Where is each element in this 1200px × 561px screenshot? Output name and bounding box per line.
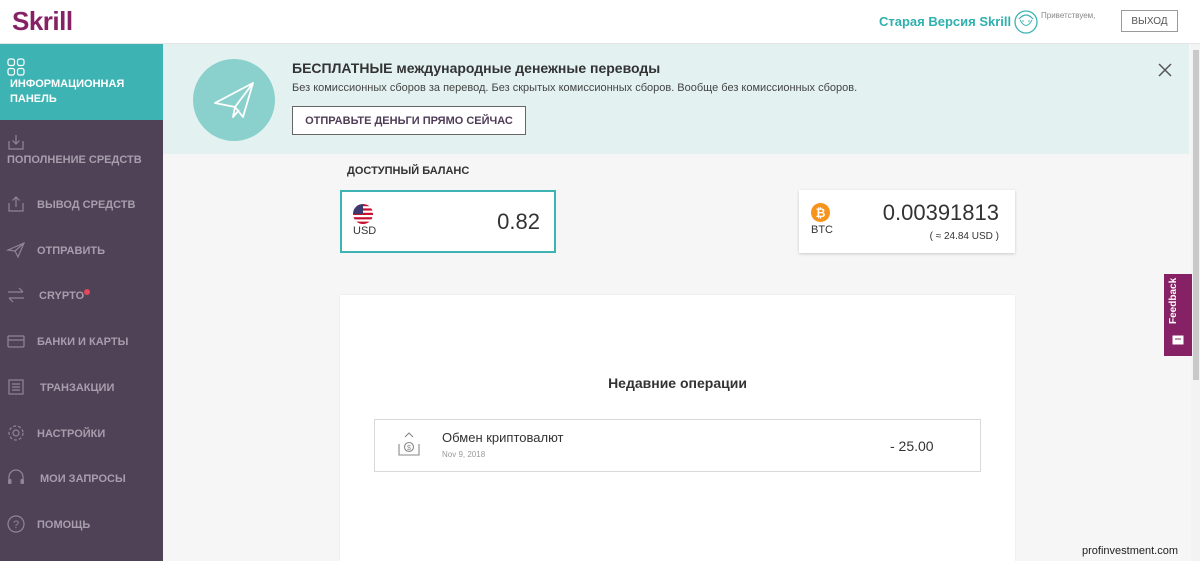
banner-illustration bbox=[193, 59, 275, 141]
banner-subtitle: Без комиссионных сборов за перевод. Без … bbox=[292, 82, 858, 94]
gear-icon bbox=[8, 425, 24, 441]
balance-title: ДОСТУПНЫЙ БАЛАНС bbox=[347, 165, 470, 177]
sidebar-item-label: ВЫВОД СРЕДСТВ bbox=[37, 199, 136, 211]
list-icon bbox=[8, 379, 24, 395]
promo-banner: БЕСПЛАТНЫЕ международные денежные перево… bbox=[163, 44, 1189, 154]
sidebar-item-label: CRYPTO bbox=[39, 290, 85, 302]
sidebar-item-label: ОТПРАВИТЬ bbox=[37, 245, 105, 257]
transaction-row[interactable]: $ Обмен криптовалют Nov 9, 2018 - 25.00 bbox=[374, 419, 981, 472]
feedback-tab[interactable]: Feedback bbox=[1164, 274, 1192, 356]
scrollbar-thumb[interactable] bbox=[1193, 50, 1199, 380]
bitcoin-icon: ₿ bbox=[811, 203, 830, 222]
paper-plane-icon bbox=[6, 241, 26, 259]
sidebar-item-withdraw[interactable]: ВЫВОД СРЕДСТВ bbox=[0, 189, 163, 219]
sidebar-item-label: ТРАНЗАКЦИИ bbox=[40, 382, 115, 394]
sidebar-item-my-requests[interactable]: МОИ ЗАПРОСЫ bbox=[0, 463, 163, 493]
transaction-amount: - 25.00 bbox=[890, 438, 934, 454]
sidebar-item-label: ИНФОРМАЦИОННАЯ ПАНЕЛЬ bbox=[10, 78, 125, 105]
sidebar-item-label: ПОПОЛНЕНИЕ СРЕДСТВ bbox=[7, 154, 142, 166]
sidebar-item-label: ПОМОЩЬ bbox=[37, 519, 91, 531]
currency-code: BTC bbox=[811, 224, 833, 236]
upload-icon bbox=[8, 196, 24, 212]
feedback-label: Feedback bbox=[1168, 277, 1179, 324]
sidebar-item-dashboard[interactable]: ИНФОРМАЦИОННАЯ ПАНЕЛЬ bbox=[0, 44, 163, 120]
balance-amount: 0.82 bbox=[497, 209, 540, 234]
close-icon[interactable] bbox=[1158, 63, 1172, 77]
logout-button[interactable]: ВЫХОД bbox=[1121, 10, 1178, 32]
dashboard-grid-icon bbox=[7, 58, 25, 76]
usd-balance-card[interactable]: USD 0.82 bbox=[340, 190, 556, 253]
send-money-button[interactable]: ОТПРАВЬТЕ ДЕНЬГИ ПРЯМО СЕЙЧАС bbox=[292, 106, 526, 135]
recent-operations-panel: Недавние операции $ Обмен криптовалют No… bbox=[340, 295, 1015, 561]
old-version-link[interactable]: Старая Версия Skrill bbox=[879, 14, 1011, 29]
user-avatar-icon[interactable] bbox=[1013, 9, 1039, 35]
sidebar-item-transactions[interactable]: ТРАНЗАКЦИИ bbox=[0, 372, 163, 402]
card-icon bbox=[7, 335, 25, 348]
balance-amount: 0.00391813 bbox=[882, 200, 999, 225]
download-icon bbox=[8, 135, 24, 150]
svg-text:$: $ bbox=[407, 445, 411, 452]
feedback-icon bbox=[1172, 335, 1184, 345]
sidebar-item-deposit[interactable]: ПОПОЛНЕНИЕ СРЕДСТВ bbox=[0, 132, 163, 172]
banner-title: БЕСПЛАТНЫЕ международные денежные перево… bbox=[292, 60, 661, 76]
greeting-text: Приветствуем, bbox=[1041, 11, 1096, 20]
svg-text:?: ? bbox=[13, 519, 19, 531]
sidebar-item-label: НАСТРОЙКИ bbox=[37, 428, 106, 440]
sidebar-item-settings[interactable]: НАСТРОЙКИ bbox=[0, 418, 163, 448]
paper-plane-icon bbox=[214, 82, 254, 118]
balance-approx-usd: ( ≈ 24.84 USD ) bbox=[929, 231, 999, 242]
sidebar: ИНФОРМАЦИОННАЯ ПАНЕЛЬ ПОПОЛНЕНИЕ СРЕДСТВ… bbox=[0, 44, 163, 561]
top-header: Skrill Старая Версия Skrill Приветствуем… bbox=[0, 0, 1200, 44]
sidebar-item-label: БАНКИ И КАРТЫ bbox=[37, 336, 129, 348]
btc-balance-card[interactable]: ₿ BTC 0.00391813 ( ≈ 24.84 USD ) bbox=[799, 190, 1015, 253]
question-icon: ? bbox=[7, 515, 25, 533]
watermark: profinvestment.com bbox=[1082, 545, 1178, 557]
sidebar-item-banks-cards[interactable]: БАНКИ И КАРТЫ bbox=[0, 326, 163, 356]
transaction-row-partial bbox=[374, 557, 981, 561]
headset-icon bbox=[8, 469, 24, 484]
sidebar-item-send[interactable]: ОТПРАВИТЬ bbox=[0, 235, 163, 265]
notification-dot bbox=[84, 289, 90, 295]
sidebar-item-crypto[interactable]: CRYPTO bbox=[0, 280, 163, 310]
sidebar-item-label: МОИ ЗАПРОСЫ bbox=[40, 473, 126, 485]
sidebar-item-help[interactable]: ? ПОМОЩЬ bbox=[0, 509, 163, 539]
recent-operations-title: Недавние операции bbox=[608, 375, 747, 391]
currency-code: USD bbox=[353, 225, 377, 237]
us-flag-icon bbox=[353, 204, 373, 224]
transaction-name: Обмен криптовалют bbox=[442, 430, 564, 445]
exchange-arrows-icon bbox=[8, 287, 24, 303]
transaction-date: Nov 9, 2018 bbox=[442, 450, 486, 459]
skrill-logo[interactable]: Skrill bbox=[12, 6, 73, 37]
money-exchange-icon: $ bbox=[398, 432, 420, 456]
